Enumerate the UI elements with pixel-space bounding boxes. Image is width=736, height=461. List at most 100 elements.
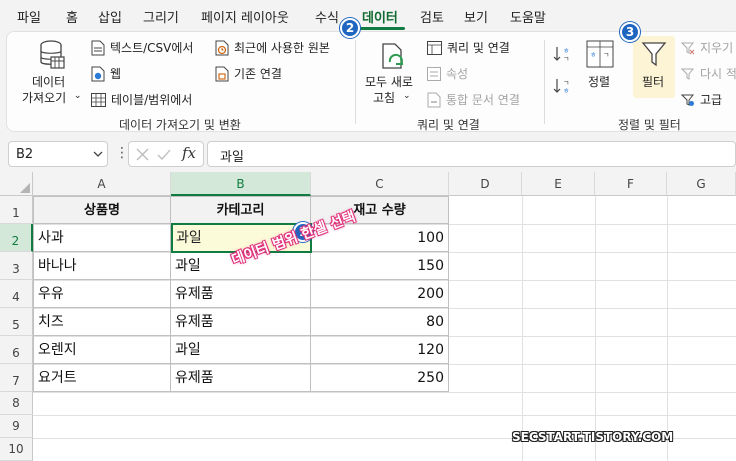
filter-label: 필터 [642,75,665,89]
formula-input[interactable]: 과일 [207,141,736,167]
edit-links-button[interactable]: 통합 문서 연결 [427,91,520,108]
table-cell[interactable]: 120 [311,336,449,364]
recent-sources-icon [215,40,229,55]
formula-actions: fx [128,141,204,167]
existing-connections-button[interactable]: 기존 연결 [215,65,282,82]
table-header-cell[interactable]: 상품명 [33,196,171,224]
column-header-a[interactable]: A [33,172,171,196]
advanced-filter-button[interactable]: 고급 [681,91,722,108]
properties-button[interactable]: 속성 [427,65,468,82]
sort-descending-button[interactable]: ㄱㅎ [553,76,575,96]
ribbon: 데이터 가져오기 ⌄ 텍스트/CSV에서 웹 테이블/범위에서 최근에 사용한 … [6,31,736,132]
worksheet: A B C D E F G 1 2 3 4 5 6 7 8 9 10 상품명 카… [0,172,736,461]
tab-page-layout[interactable]: 페이지 레이아웃 [201,7,289,26]
table-cell[interactable]: 치즈 [33,308,171,336]
svg-text:ㅎ: ㅎ [563,87,569,95]
row-header-2[interactable]: 2 [0,224,33,252]
svg-text:ㄱ: ㄱ [563,79,569,87]
column-header-c[interactable]: C [311,172,449,196]
row-header-7[interactable]: 7 [0,364,33,392]
cancel-icon[interactable] [136,148,149,161]
table-cell[interactable]: 바나나 [33,252,171,280]
refresh-icon [382,43,404,69]
table-cell[interactable]: 사과 [33,224,171,252]
more-options-icon[interactable]: ⋮ [115,145,129,161]
table-cell[interactable]: 오렌지 [33,336,171,364]
table-cell[interactable]: 150 [311,252,449,280]
row-header-3[interactable]: 3 [0,252,33,280]
svg-text:ㅎ: ㅎ [590,51,596,59]
tab-help[interactable]: 도움말 [510,7,546,26]
queries-connections-label: 쿼리 및 연결 [447,41,510,55]
tab-view[interactable]: 보기 [464,7,488,26]
row-header-5[interactable]: 5 [0,308,33,336]
tab-file[interactable]: 파일 [17,7,41,26]
chevron-down-icon [93,151,103,157]
from-web-label: 웹 [110,67,122,81]
properties-label: 속성 [446,67,469,81]
table-cell[interactable]: 유제품 [171,280,311,308]
chevron-down-icon: ⌄ [74,91,82,101]
edit-links-label: 통합 문서 연결 [446,93,520,107]
confirm-icon[interactable] [157,148,171,161]
column-header-g[interactable]: G [667,172,736,196]
get-data-button[interactable]: 데이터 가져오기 ⌄ [17,36,83,110]
active-cell-value: 과일 [176,230,202,246]
tab-review[interactable]: 검토 [420,7,444,26]
from-table-range-button[interactable]: 테이블/범위에서 [91,91,192,108]
table-cell[interactable]: 200 [311,280,449,308]
from-text-csv-button[interactable]: 텍스트/CSV에서 [91,39,193,56]
tab-draw[interactable]: 그리기 [143,7,179,26]
recent-sources-button[interactable]: 최근에 사용한 원본 [215,39,330,56]
clear-filter-label: 지우기 [700,41,734,55]
table-cell[interactable]: 80 [311,308,449,336]
row-header-9[interactable]: 9 [0,415,33,438]
filter-button[interactable]: 필터 [633,36,675,98]
refresh-all-button[interactable]: 모두 새로 고침 ⌄ [361,36,425,110]
table-header-cell[interactable]: 카테고리 [171,196,311,224]
gridline [667,196,668,461]
tab-insert[interactable]: 삽입 [98,7,122,26]
row-header-1[interactable]: 1 [0,196,33,224]
tab-data[interactable]: 데이터 [362,7,398,26]
table-cell[interactable]: 우유 [33,280,171,308]
tab-formulas[interactable]: 수식 [315,7,339,26]
filter-funnel-icon [641,42,667,67]
chevron-down-icon: ⌄ [403,91,411,101]
gridline [33,392,736,393]
clear-filter-icon [681,42,695,54]
edit-links-icon [427,92,441,107]
group-separator [355,40,356,124]
row-header-6[interactable]: 6 [0,336,33,364]
row-header-10[interactable]: 10 [0,438,33,461]
table-cell[interactable]: 유제품 [171,308,311,336]
table-cell[interactable]: 유제품 [171,364,311,392]
table-cell[interactable]: 과일 [171,336,311,364]
name-box[interactable]: B2 [8,141,108,167]
column-header-e[interactable]: E [522,172,595,196]
formula-value: 과일 [220,150,244,165]
reapply-filter-icon [681,68,695,80]
column-header-b[interactable]: B [171,172,311,196]
sort-button[interactable]: ㅎㄱ 정렬 [581,38,619,98]
sort-ascending-button[interactable]: ㅎㄱ [553,44,575,64]
tab-home[interactable]: 홈 [66,7,78,26]
clear-filter-button[interactable]: 지우기 [681,39,733,56]
select-all-corner[interactable] [0,172,33,196]
gridline [522,196,523,461]
table-cell[interactable]: 요거트 [33,364,171,392]
row-header-4[interactable]: 4 [0,280,33,308]
sort-label: 정렬 [588,75,611,89]
queries-connections-button[interactable]: 쿼리 및 연결 [427,39,510,56]
properties-icon [427,66,441,81]
column-header-f[interactable]: F [595,172,667,196]
gridline [595,196,596,461]
gridline [33,415,736,416]
row-header-8[interactable]: 8 [0,392,33,415]
column-header-d[interactable]: D [449,172,522,196]
svg-text:ㄱ: ㄱ [563,55,569,63]
from-web-button[interactable]: 웹 [91,65,121,82]
table-cell[interactable]: 250 [311,364,449,392]
reapply-filter-button[interactable]: 다시 적 [681,65,736,82]
insert-function-icon[interactable]: fx [182,144,196,162]
